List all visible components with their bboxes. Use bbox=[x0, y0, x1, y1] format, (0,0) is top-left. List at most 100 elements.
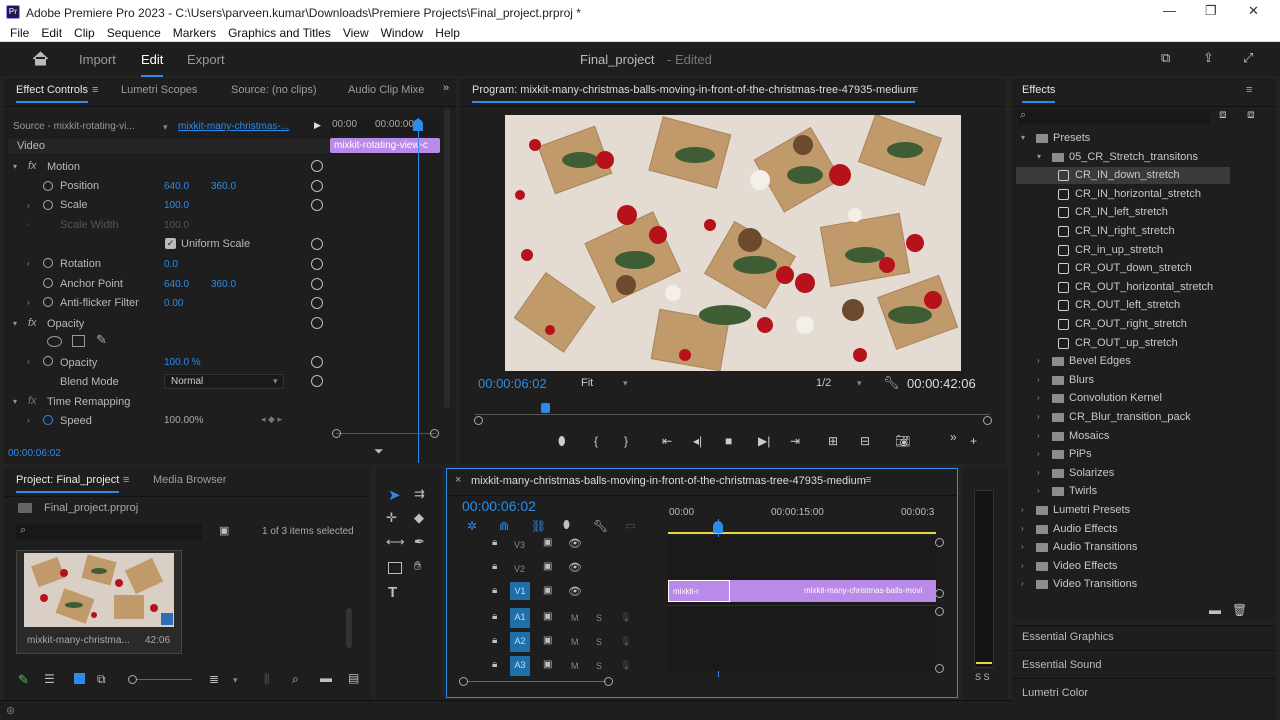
resolution-chevron-icon[interactable]: ▾ bbox=[857, 378, 862, 389]
v3-label[interactable]: V3 bbox=[514, 540, 525, 550]
anchor-y-value[interactable]: 360.0 bbox=[211, 279, 236, 290]
v-scroll-mid[interactable] bbox=[935, 589, 944, 598]
tab-audio-clip-mixer[interactable]: Audio Clip Mixe bbox=[348, 84, 424, 96]
project-item-card[interactable]: mixkit-many-christma... 42:06 bbox=[16, 550, 182, 654]
play-icon[interactable]: ▶| bbox=[758, 434, 770, 448]
play-clip-icon[interactable]: ▶ bbox=[314, 120, 321, 131]
position-stopwatch-icon[interactable] bbox=[43, 181, 53, 191]
position-y-value[interactable]: 360.0 bbox=[211, 181, 236, 192]
track-area[interactable] bbox=[667, 537, 937, 671]
opacity-expand-icon[interactable]: ▾ bbox=[13, 319, 17, 328]
effects-tree-item[interactable]: CR_IN_down_stretch bbox=[1016, 167, 1230, 185]
program-menu-icon[interactable]: ≡ bbox=[912, 84, 918, 96]
tab-project[interactable]: Project: Final_project bbox=[16, 474, 120, 493]
a1-lock-icon[interactable]: 🔒︎ bbox=[492, 611, 497, 622]
a1-sync-icon[interactable]: ▣ bbox=[543, 611, 552, 622]
v-scroll-top[interactable] bbox=[935, 538, 944, 547]
anti-flicker-value[interactable]: 0.00 bbox=[164, 298, 183, 309]
speed-value[interactable]: 100.00% bbox=[164, 415, 203, 426]
new-item-icon[interactable]: ▤ bbox=[348, 671, 359, 685]
rectangle-tool-icon[interactable] bbox=[388, 562, 402, 574]
stop-icon[interactable]: ■ bbox=[725, 434, 732, 448]
project-scrollbar[interactable] bbox=[346, 608, 352, 648]
home-icon[interactable] bbox=[32, 51, 49, 66]
effects-menu-icon[interactable]: ≡ bbox=[1246, 84, 1252, 96]
effects-tree-item[interactable]: › Video Effects bbox=[1016, 558, 1230, 575]
h-zoom-bar[interactable] bbox=[468, 681, 606, 682]
uniform-scale-checkbox[interactable]: ✓ bbox=[165, 238, 176, 249]
menu-view[interactable]: View bbox=[343, 26, 369, 40]
close-icon[interactable]: ✕ bbox=[1248, 3, 1259, 19]
expand-icon[interactable]: › bbox=[1021, 542, 1024, 551]
position-reset-icon[interactable] bbox=[311, 180, 323, 192]
menu-clip[interactable]: Clip bbox=[74, 26, 95, 40]
a2-sync-icon[interactable]: ▣ bbox=[543, 635, 552, 646]
ellipse-mask-icon[interactable] bbox=[47, 336, 62, 347]
expand-icon[interactable]: › bbox=[1037, 486, 1040, 495]
project-menu-icon[interactable]: ≡ bbox=[123, 474, 129, 486]
keyframe-nav-icon[interactable]: ◂ ◆ ▸ bbox=[261, 414, 282, 425]
effects-tree-item[interactable]: CR_IN_horizontal_stretch bbox=[1016, 186, 1230, 203]
fit-chevron-icon[interactable]: ▾ bbox=[623, 378, 628, 389]
v1-visibility-icon[interactable]: 👁︎ bbox=[568, 585, 582, 598]
essential-graphics-tab[interactable]: Essential Graphics bbox=[1022, 631, 1114, 643]
extract-icon[interactable]: ⊟ bbox=[860, 434, 870, 448]
ec-playhead[interactable] bbox=[418, 118, 419, 463]
v3-sync-icon[interactable]: ▣ bbox=[543, 537, 552, 548]
tab-media-browser[interactable]: Media Browser bbox=[153, 474, 226, 486]
collapse-icon[interactable]: ▾ bbox=[1021, 133, 1025, 142]
blend-reset-icon[interactable] bbox=[311, 375, 323, 387]
collapse-icon[interactable]: ▾ bbox=[1037, 152, 1041, 161]
effects-tree-item[interactable]: CR_OUT_up_stretch bbox=[1016, 335, 1230, 352]
panel-menu-icon[interactable]: ≡ bbox=[92, 84, 98, 96]
freeform-view-icon[interactable]: ⧉ bbox=[97, 672, 106, 687]
a3-lock-icon[interactable]: 🔒︎ bbox=[492, 659, 497, 670]
effects-tree-item[interactable]: › Mosaics bbox=[1016, 428, 1230, 445]
effects-tree-item[interactable]: › Convolution Kernel bbox=[1016, 390, 1230, 407]
expand-icon[interactable]: › bbox=[1021, 505, 1024, 514]
anti-flicker-reset-icon[interactable] bbox=[311, 297, 323, 309]
anti-flicker-expand-icon[interactable]: › bbox=[27, 298, 30, 307]
fit-select[interactable]: Fit bbox=[581, 377, 593, 389]
accelerated-effects-icon[interactable]: ⧈ bbox=[1219, 107, 1227, 122]
a-scroll-top[interactable] bbox=[935, 607, 944, 616]
menu-edit[interactable]: Edit bbox=[41, 26, 62, 40]
timeline-timecode[interactable]: 00:00:06:02 bbox=[462, 498, 536, 514]
a-scroll-bottom[interactable] bbox=[935, 664, 944, 673]
anchor-x-value[interactable]: 640.0 bbox=[164, 279, 189, 290]
opacity-fx-icon[interactable]: fx bbox=[28, 317, 37, 329]
v2-label[interactable]: V2 bbox=[514, 564, 525, 574]
timeline-playhead-handle[interactable] bbox=[713, 521, 723, 533]
track-select-tool-icon[interactable]: ⇉ bbox=[414, 486, 425, 502]
program-playhead[interactable] bbox=[541, 403, 550, 413]
program-monitor-title[interactable]: Program: mixkit-many-christmas-balls-mov… bbox=[472, 84, 916, 103]
effects-tree-item[interactable]: › Video Transitions bbox=[1016, 576, 1230, 593]
h-zoom-end[interactable] bbox=[604, 677, 613, 686]
effects-tree-item[interactable]: › Blurs bbox=[1016, 372, 1230, 389]
thumb-zoom-handle[interactable] bbox=[128, 675, 137, 684]
a2-voiceover-icon[interactable]: 🎙︎ bbox=[620, 636, 631, 647]
effects-tree-item[interactable]: › Bevel Edges bbox=[1016, 353, 1230, 370]
time-remap-expand-icon[interactable]: ▾ bbox=[13, 397, 17, 406]
a2-label[interactable]: A2 bbox=[510, 632, 530, 652]
v2-visibility-icon[interactable]: 👁︎ bbox=[568, 561, 582, 574]
menu-markers[interactable]: Markers bbox=[173, 26, 216, 40]
quick-export-icon[interactable]: ⧉ bbox=[1161, 50, 1170, 66]
expand-icon[interactable]: › bbox=[1037, 393, 1040, 402]
timeline-menu-icon[interactable]: ≡ bbox=[865, 474, 871, 486]
linked-selection-icon[interactable]: ⛓︎ bbox=[531, 519, 546, 533]
ec-zoom-bar[interactable] bbox=[336, 433, 436, 434]
a3-voiceover-icon[interactable]: 🎙︎ bbox=[620, 660, 631, 671]
clip-2[interactable]: mixkit-many-christmas-balls-movi bbox=[778, 580, 936, 602]
v1-sync-icon[interactable]: ▣ bbox=[543, 585, 552, 596]
selection-tool-icon[interactable]: ➤ bbox=[388, 486, 401, 504]
effects-tree-item[interactable]: CR_in_up_stretch bbox=[1016, 242, 1230, 259]
effects-tree-item[interactable]: CR_OUT_horizontal_stretch bbox=[1016, 279, 1230, 296]
expand-icon[interactable]: › bbox=[1037, 468, 1040, 477]
fullscreen-icon[interactable]: ⤢ bbox=[1243, 50, 1253, 66]
tab-edit[interactable]: Edit bbox=[141, 52, 164, 77]
ec-playhead-handle[interactable] bbox=[413, 119, 423, 131]
effects-tree-item[interactable]: ▾ 05_CR_Stretch_transitons bbox=[1016, 149, 1230, 166]
effects-tree-item[interactable]: CR_OUT_left_stretch bbox=[1016, 297, 1230, 314]
expand-icon[interactable]: › bbox=[1037, 431, 1040, 440]
